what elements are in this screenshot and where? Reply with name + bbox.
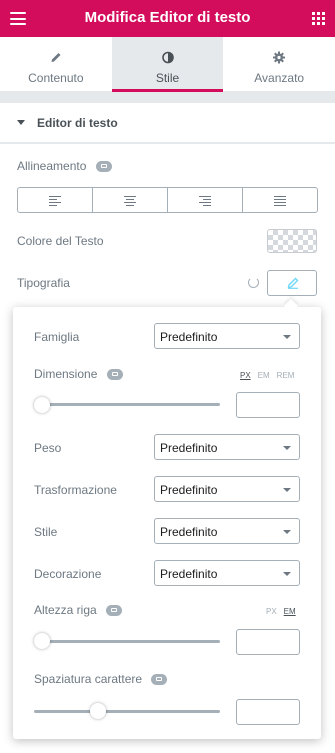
letter-spacing-label: Spaziatura carattere (34, 672, 168, 686)
font-style-value: Predefinito (160, 525, 218, 539)
text-color-label: Colore del Testo (17, 234, 104, 248)
font-weight-value: Predefinito (160, 441, 218, 455)
letter-spacing-label-text: Spaziatura carattere (34, 672, 143, 686)
responsive-icon[interactable] (106, 369, 123, 381)
unit-px[interactable]: PX (266, 607, 277, 616)
font-size-input[interactable] (236, 392, 300, 418)
unit-em[interactable]: EM (258, 371, 270, 380)
line-height-slider-handle[interactable] (34, 633, 50, 649)
responsive-icon[interactable] (106, 605, 123, 617)
font-family-select[interactable]: Predefinito (154, 323, 300, 349)
font-size-units: PX EM REM (233, 371, 294, 380)
gear-icon (273, 51, 286, 64)
letter-spacing-slider-handle[interactable] (90, 703, 107, 719)
tab-label: Avanzato (254, 71, 305, 85)
tab-stile[interactable]: Stile (111, 37, 224, 92)
section-title: Editor di testo (37, 116, 118, 130)
font-family-value: Predefinito (160, 330, 218, 344)
line-height-slider-track[interactable] (34, 640, 220, 643)
pencil-icon (51, 53, 61, 62)
responsive-icon[interactable] (151, 674, 168, 686)
chevron-down-icon (283, 572, 291, 576)
apps-grid-icon[interactable] (312, 12, 325, 25)
align-right-icon (199, 196, 211, 208)
text-transform-label: Trasformazione (34, 483, 117, 497)
pencil-icon (287, 277, 299, 289)
align-center-icon (124, 196, 136, 208)
font-size-label-text: Dimensione (34, 367, 98, 381)
tab-contenuto[interactable]: Contenuto (0, 37, 112, 91)
responsive-icon[interactable] (95, 161, 112, 173)
font-style-select[interactable]: Predefinito (154, 518, 300, 544)
reset-icon[interactable] (248, 277, 259, 288)
align-justify-button[interactable] (243, 188, 317, 212)
letter-spacing-input[interactable] (236, 699, 300, 725)
tab-avanzato[interactable]: Avanzato (223, 37, 335, 91)
editor-tabs: Contenuto Stile Avanzato (0, 37, 335, 92)
chevron-down-icon (283, 335, 291, 339)
typography-label: Tipografia (17, 276, 70, 290)
font-style-label: Stile (34, 525, 58, 539)
line-height-input[interactable] (236, 629, 300, 655)
alignment-button-group (17, 187, 318, 213)
line-height-units: PX EM (259, 607, 296, 616)
panel-header: Modifica Editor di testo (0, 0, 335, 37)
line-height-label: Altezza riga (34, 603, 123, 617)
typography-edit-button[interactable] (267, 270, 317, 296)
alignment-label: Allineamento (17, 159, 112, 173)
tab-label: Contenuto (28, 71, 84, 85)
align-right-button[interactable] (168, 188, 243, 212)
panel-title: Modifica Editor di testo (84, 9, 251, 26)
caret-down-icon (17, 120, 25, 125)
typography-popover: Famiglia Predefinito Dimensione PX EM REM … (13, 307, 321, 739)
text-transform-select[interactable]: Predefinito (154, 476, 300, 502)
align-center-button[interactable] (93, 188, 168, 212)
chevron-down-icon (283, 530, 291, 534)
font-weight-select[interactable]: Predefinito (154, 434, 300, 460)
text-decoration-label: Decorazione (34, 567, 102, 581)
unit-px[interactable]: PX (240, 371, 251, 380)
line-height-label-text: Altezza riga (34, 603, 97, 617)
font-weight-label: Peso (34, 441, 62, 455)
unit-rem[interactable]: REM (277, 371, 295, 380)
font-size-label: Dimensione (34, 367, 123, 381)
text-decoration-select[interactable]: Predefinito (154, 560, 300, 586)
alignment-label-text: Allineamento (17, 159, 87, 173)
chevron-down-icon (283, 446, 291, 450)
text-decoration-value: Predefinito (160, 567, 218, 581)
font-size-slider-track[interactable] (34, 403, 220, 406)
align-left-button[interactable] (18, 188, 93, 212)
color-picker[interactable] (267, 229, 317, 253)
align-left-icon (49, 196, 61, 208)
section-editor-di-testo[interactable]: Editor di testo (0, 103, 335, 143)
text-transform-value: Predefinito (160, 483, 218, 497)
half-circle-icon (161, 51, 174, 64)
letter-spacing-slider-track[interactable] (34, 710, 220, 713)
chevron-down-icon (283, 488, 291, 492)
unit-em[interactable]: EM (284, 607, 296, 616)
tab-label: Stile (155, 71, 180, 85)
align-justify-icon (274, 196, 286, 208)
font-family-label: Famiglia (34, 330, 80, 344)
font-size-slider-handle[interactable] (34, 397, 50, 413)
